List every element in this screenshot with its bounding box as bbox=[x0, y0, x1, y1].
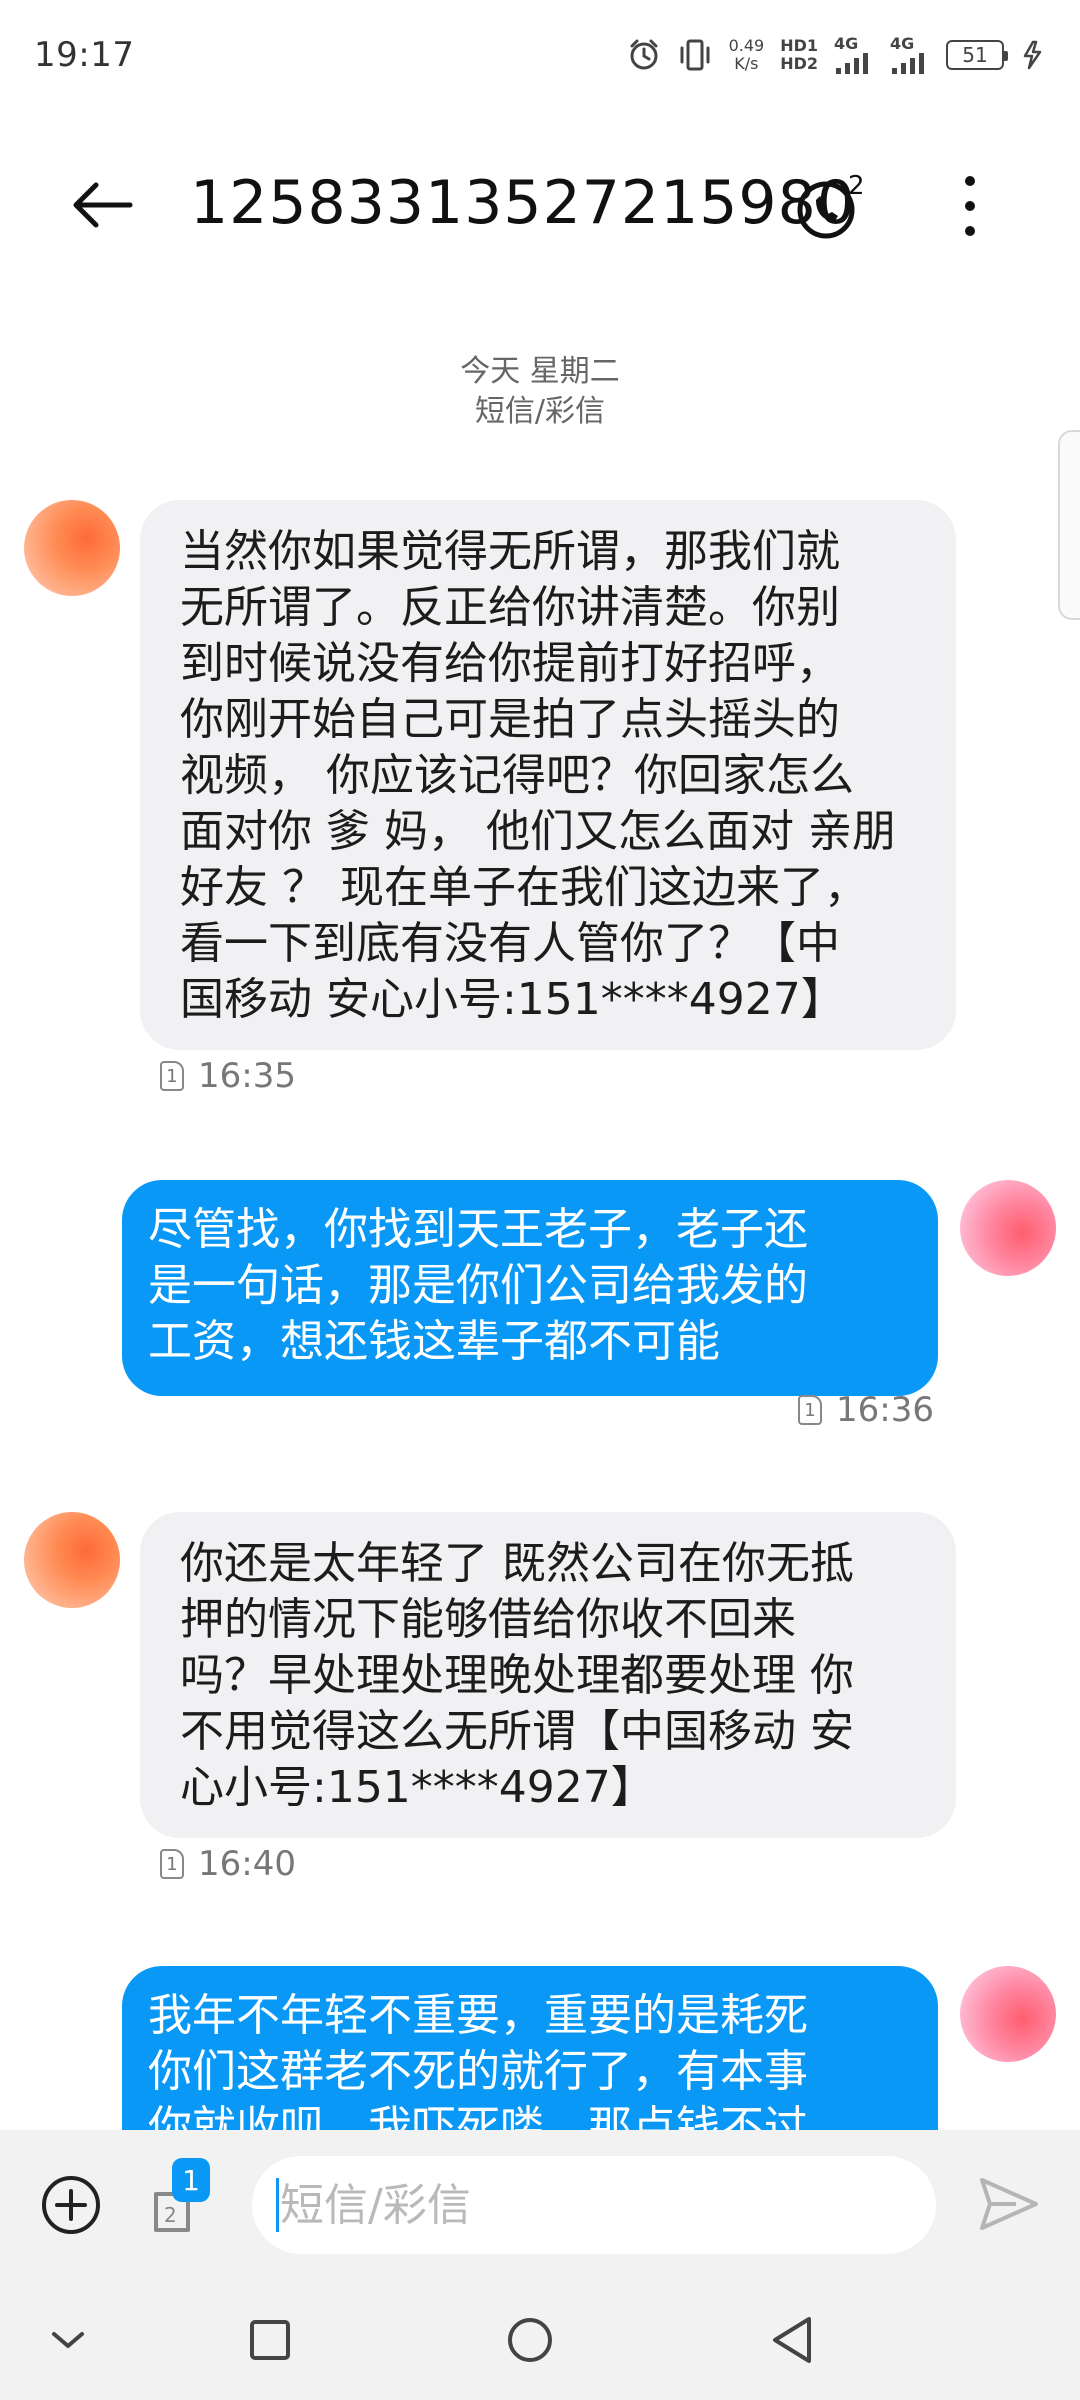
net-speed: 0.49 K/s bbox=[729, 37, 765, 73]
hd1-label: HD1 bbox=[780, 36, 818, 55]
nav-down-icon bbox=[52, 2332, 84, 2348]
text-caret bbox=[276, 2178, 279, 2232]
phone-call-icon: 2 bbox=[797, 171, 865, 239]
my-avatar[interactable] bbox=[960, 1966, 1056, 2062]
more-vert-icon bbox=[965, 176, 975, 186]
status-icons: 0.49 K/s HD1 HD2 4G 4G 51 bbox=[627, 36, 1046, 74]
contact-number: 1258331352721598​0 bbox=[190, 168, 856, 238]
channel-label: 短信/彩信 bbox=[474, 394, 606, 429]
navigation-bar bbox=[0, 2280, 1080, 2400]
battery-indicator: 51 bbox=[946, 40, 1008, 70]
date-separator: 今天 星期二 短信/彩信 bbox=[0, 352, 1080, 432]
net-speed-value: 0.49 bbox=[728, 36, 765, 55]
hd2-label: HD2 bbox=[780, 54, 818, 73]
incoming-message-bubble[interactable]: 当然你如果觉得无所谓，那我们就 无所谓了。反正给你讲清楚。你别 到时候说没有给你… bbox=[140, 500, 956, 1050]
message-list[interactable]: 当然你如果觉得无所谓，那我们就 无所谓了。反正给你讲清楚。你别 到时候说没有给你… bbox=[0, 490, 1080, 2130]
message-meta: 1 16:36 bbox=[798, 1390, 934, 1430]
send-icon bbox=[980, 2178, 1038, 2230]
more-options-button[interactable] bbox=[940, 170, 1000, 242]
outgoing-message-bubble[interactable]: 我年不年轻不重要，重要的是耗死 你们这群老不死的就行了，有本事 你就收呗，我吓死… bbox=[122, 1966, 938, 2130]
signal-2-label: 4G bbox=[890, 34, 915, 53]
add-circle-icon bbox=[42, 2176, 100, 2234]
signal-1-label: 4G bbox=[834, 34, 859, 53]
hd-indicator: HD1 HD2 bbox=[780, 37, 818, 73]
outgoing-message-bubble[interactable]: 尽管找，你找到天王老子，老子还 是一句话，那是你们公司给我发的 工资，想还钱这辈… bbox=[122, 1180, 938, 1396]
sim-badge: 1 bbox=[172, 2158, 210, 2202]
net-speed-unit: K/s bbox=[734, 54, 759, 73]
conversation-header: 1258331352721598​0 2 bbox=[0, 140, 1080, 270]
message-input[interactable] bbox=[252, 2156, 936, 2254]
signal-icon bbox=[836, 53, 868, 74]
incoming-message-bubble[interactable]: 你还是太年轻了 既然公司在你无抵 押的情况下能够借给你收不回来 吗？早处理处理晚… bbox=[140, 1512, 956, 1838]
nav-home-icon bbox=[508, 2318, 552, 2362]
more-dot bbox=[965, 201, 975, 211]
nav-home-button[interactable] bbox=[500, 2310, 560, 2370]
charging-icon bbox=[1023, 40, 1042, 70]
nav-back-button[interactable] bbox=[762, 2310, 822, 2370]
contact-avatar[interactable] bbox=[24, 500, 120, 596]
signal-2: 4G bbox=[890, 36, 930, 74]
contact-avatar[interactable] bbox=[24, 1512, 120, 1608]
more-dot bbox=[965, 226, 975, 236]
status-bar: 19:17 0.49 K/s HD1 HD2 4G 4G 51 bbox=[0, 0, 1080, 110]
message-time: 16:36 bbox=[836, 1390, 934, 1430]
nav-back-icon bbox=[773, 2317, 811, 2363]
sms-conversation-screen: 19:17 0.49 K/s HD1 HD2 4G 4G 51 12583313… bbox=[0, 0, 1080, 2400]
call-button[interactable]: 2 bbox=[790, 166, 870, 246]
nav-recents-button[interactable] bbox=[240, 2310, 300, 2370]
battery-level: 51 bbox=[962, 43, 988, 67]
message-meta: 1 16:40 bbox=[160, 1844, 296, 1884]
my-avatar[interactable] bbox=[960, 1180, 1056, 1276]
sim-card-icon: 1 bbox=[798, 1395, 822, 1425]
message-composer: 2 1 bbox=[0, 2130, 1080, 2280]
message-meta: 1 16:35 bbox=[160, 1056, 296, 1096]
message-time: 16:35 bbox=[198, 1056, 296, 1096]
send-button[interactable] bbox=[976, 2174, 1042, 2234]
nav-recents-icon bbox=[250, 2320, 290, 2360]
svg-text:2: 2 bbox=[164, 2203, 177, 2227]
sim-card-icon: 1 bbox=[160, 1061, 184, 1091]
add-attachment-button[interactable] bbox=[40, 2174, 102, 2236]
signal-1: 4G bbox=[834, 36, 874, 74]
nav-hide-button[interactable] bbox=[38, 2310, 98, 2370]
sim-card-icon: 1 bbox=[160, 1849, 184, 1879]
status-time: 19:17 bbox=[34, 35, 135, 75]
back-arrow-icon bbox=[73, 182, 133, 228]
message-time: 16:40 bbox=[198, 1844, 296, 1884]
signal-icon bbox=[892, 53, 924, 74]
vibrate-icon bbox=[680, 39, 710, 71]
date-label: 今天 星期二 bbox=[460, 354, 620, 389]
call-badge: 2 bbox=[848, 171, 865, 201]
back-button[interactable] bbox=[70, 173, 140, 237]
alarm-icon bbox=[630, 39, 658, 70]
